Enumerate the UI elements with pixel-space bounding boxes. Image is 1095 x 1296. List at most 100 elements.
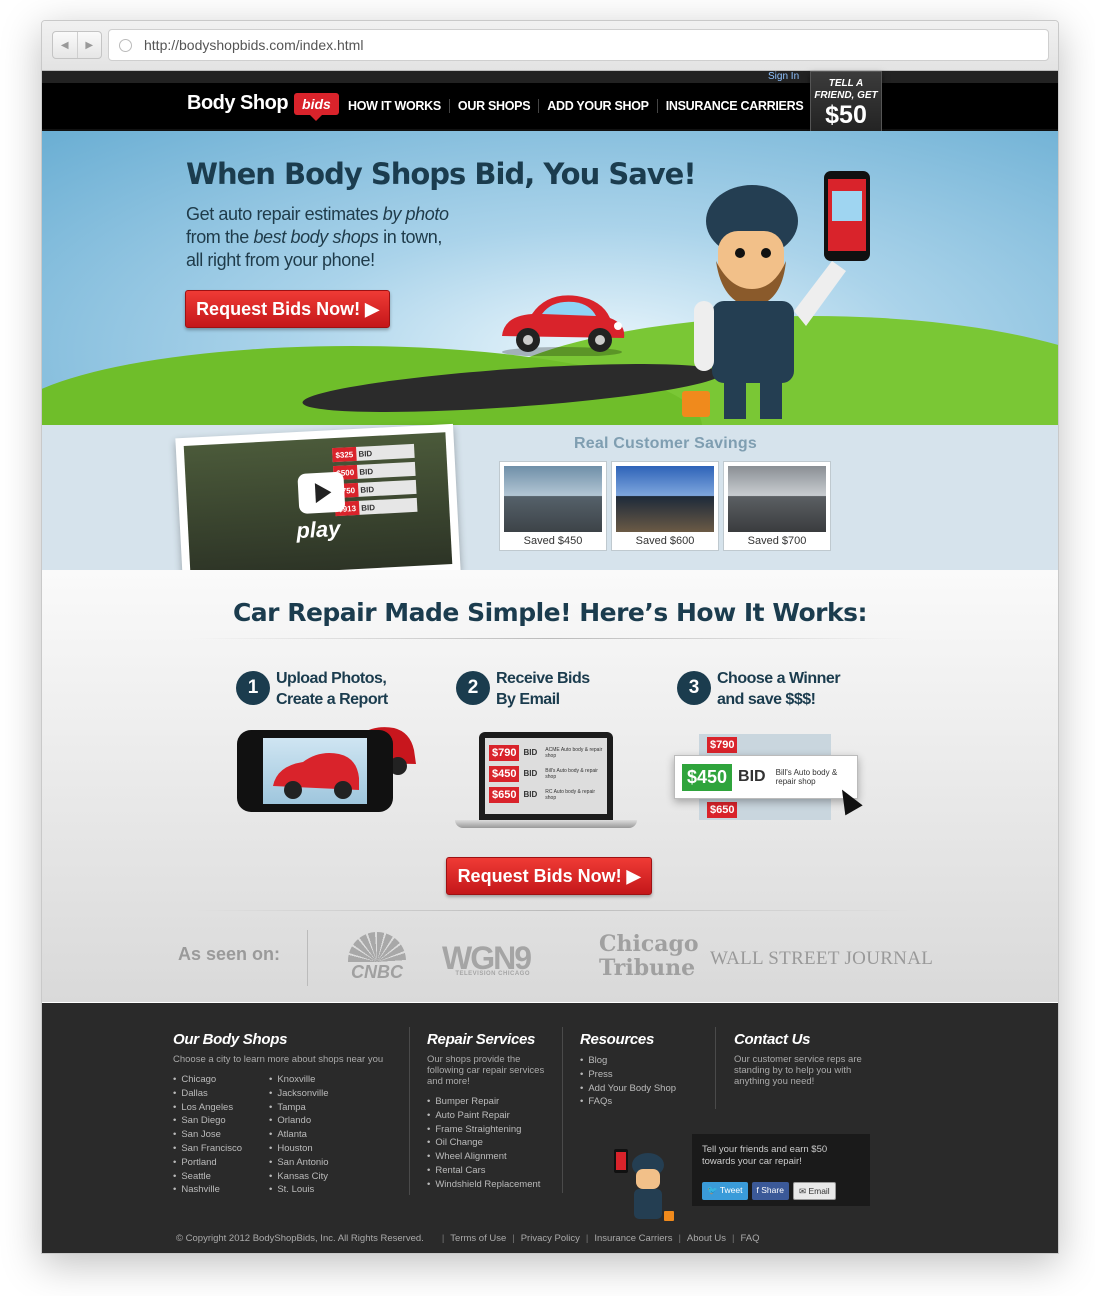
back-arrow-icon[interactable]: ◀ (53, 32, 77, 58)
resource-link[interactable]: Add Your Body Shop (580, 1082, 710, 1096)
envelope-icon: ✉ (798, 1186, 807, 1196)
sign-in-link[interactable]: Sign In (768, 71, 799, 82)
forward-arrow-icon[interactable]: ▶ (76, 32, 102, 58)
peacock-icon (348, 932, 406, 962)
winning-bid-price: $450 (682, 763, 733, 791)
footer-heading: Repair Services (427, 1031, 536, 1048)
wgn-logo: WGN9 TELEVISION CHICAGO (442, 940, 532, 977)
footer-link-terms[interactable]: Terms of Use (436, 1233, 506, 1244)
globe-icon (119, 38, 132, 52)
hero-subtitle: Get auto repair estimates by photo from … (186, 203, 486, 272)
nav-our-shops[interactable]: OUR SHOPS (448, 99, 538, 113)
bid-shop: RC Auto body & repair shop (545, 788, 596, 801)
city-link[interactable]: Nashville (173, 1183, 251, 1197)
customer-photo (728, 466, 826, 532)
bid-price: $450 (489, 765, 520, 782)
repair-link[interactable]: Frame Straightening (427, 1123, 557, 1137)
repair-link[interactable]: Oil Change (427, 1136, 557, 1150)
nav-insurance-carriers[interactable]: INSURANCE CARRIERS (656, 99, 812, 113)
resource-link[interactable]: Blog (580, 1054, 710, 1068)
city-link[interactable]: Jacksonville (269, 1087, 329, 1101)
city-link[interactable]: Houston (269, 1142, 329, 1156)
repair-link[interactable]: Rental Cars (427, 1164, 557, 1178)
browser-window: ◀ ▶ http://bodyshopbids.com/index.html S… (41, 20, 1059, 1254)
request-bids-button[interactable]: Request Bids Now! ▶ (185, 290, 390, 328)
city-link[interactable]: Tampa (269, 1101, 329, 1115)
footer-repair: Repair Services Our shops provide the fo… (427, 1031, 557, 1192)
city-link[interactable]: Atlanta (269, 1128, 329, 1142)
city-link[interactable]: Los Angeles (173, 1101, 251, 1115)
city-link[interactable]: San Diego (173, 1114, 251, 1128)
url-text: http://bodyshopbids.com/index.html (144, 37, 364, 53)
intro-video[interactable]: $325 BID $500 BID $750 BID $913 BID play (175, 423, 461, 587)
footer-link-faq[interactable]: FAQ (726, 1233, 759, 1244)
video-bid-card: $750 BID (333, 479, 417, 499)
play-icon[interactable] (297, 471, 346, 514)
savings-thumbnail[interactable]: Saved $600 (611, 461, 719, 551)
resource-link[interactable]: Press (580, 1068, 710, 1082)
divider (192, 638, 912, 639)
email-bid-row: $790 BID ACME Auto body & repair shop (489, 742, 603, 763)
repair-link[interactable]: Wheel Alignment (427, 1150, 557, 1164)
facebook-share-button[interactable]: f Share (751, 1182, 789, 1200)
footer-link-privacy[interactable]: Privacy Policy (506, 1233, 580, 1244)
site-footer: Our Body Shops Choose a city to learn mo… (42, 1003, 1058, 1253)
how-it-works-title: Car Repair Made Simple! Here’s How It Wo… (232, 598, 868, 627)
as-seen-on-label: As seen on: (178, 944, 281, 964)
winning-bid-card: $450 BID Bill's Auto body & repair shop (674, 755, 858, 799)
footer-link-about[interactable]: About Us (672, 1233, 726, 1244)
repair-link[interactable]: Bumper Repair (427, 1095, 557, 1109)
savings-thumbnail[interactable]: Saved $450 (499, 461, 607, 551)
address-bar[interactable]: http://bodyshopbids.com/index.html (108, 29, 1049, 61)
savings-thumbnail[interactable]: Saved $700 (723, 461, 831, 551)
footer-desc: Choose a city to learn more about shops … (173, 1054, 384, 1065)
bid-label: BID (359, 466, 374, 477)
savings-caption: Saved $700 (747, 535, 807, 547)
bid-price: $650 (707, 801, 738, 818)
city-link[interactable]: Orlando (269, 1114, 329, 1128)
city-link[interactable]: Portland (173, 1156, 251, 1170)
play-label: play (295, 515, 341, 544)
hero-headline: When Body Shops Bid, You Save! (186, 157, 697, 191)
tweet-button[interactable]: 🐦 Tweet (702, 1182, 748, 1200)
city-link[interactable]: Chicago (173, 1073, 251, 1087)
bid-label: BID (523, 769, 538, 778)
hero-sub-text: all right from your phone! (186, 250, 375, 270)
phone-screen (263, 738, 367, 804)
city-link[interactable]: Kansas City (269, 1170, 329, 1184)
footer-link-insurance[interactable]: Insurance Carriers (580, 1233, 672, 1244)
city-link[interactable]: San Francisco (173, 1142, 251, 1156)
bid-label: BID (523, 748, 538, 757)
cnbc-logo: CNBC (342, 932, 412, 983)
mechanic-mascot-small-illustration (614, 1149, 674, 1221)
step-line: Upload Photos, (276, 670, 387, 687)
copyright: © Copyright 2012 BodyShopBids, Inc. All … (176, 1233, 424, 1244)
city-link[interactable]: San Antonio (269, 1156, 328, 1170)
repair-link[interactable]: Windshield Replacement (427, 1178, 557, 1192)
laptop-illustration: $790 BID ACME Auto body & repair shop $450… (479, 732, 613, 820)
email-share-button[interactable]: ✉ Email (792, 1182, 836, 1200)
request-bids-button-2[interactable]: Request Bids Now! ▶ (446, 857, 652, 895)
hero-sub-text: in town, (378, 227, 442, 247)
site-logo[interactable]: Body Shop bids (187, 92, 339, 121)
nav-add-your-shop[interactable]: ADD YOUR SHOP (538, 99, 656, 113)
resource-link[interactable]: FAQs (580, 1095, 710, 1109)
customer-photo (616, 466, 714, 532)
city-link[interactable]: Knoxville (269, 1073, 329, 1087)
city-link[interactable]: San Jose (173, 1128, 251, 1142)
footer-desc: Our customer service reps are standing b… (734, 1054, 862, 1087)
chicago-tribune-logo: Chicago Tribune (599, 932, 699, 980)
repair-link[interactable]: Auto Paint Repair (427, 1109, 557, 1123)
step-label: Choose a Winner and save $$$! (717, 668, 841, 710)
footer-contact: Contact Us Our customer service reps are… (734, 1031, 864, 1087)
city-link[interactable]: Seattle (173, 1170, 251, 1184)
footer-bottom-bar: © Copyright 2012 BodyShopBids, Inc. All … (176, 1233, 759, 1244)
tell-a-friend-badge[interactable]: TELL A FRIEND, GET $50 (810, 71, 882, 136)
mechanic-mascot-illustration (682, 171, 870, 419)
city-link[interactable]: Dallas (173, 1087, 251, 1101)
nav-how-it-works[interactable]: HOW IT WORKS (348, 99, 449, 113)
wgn-subtext: TELEVISION CHICAGO (455, 971, 530, 977)
city-link[interactable]: St. Louis (269, 1183, 329, 1197)
history-buttons: ◀ ▶ (52, 31, 102, 59)
stacked-bid: $790 (699, 734, 831, 755)
